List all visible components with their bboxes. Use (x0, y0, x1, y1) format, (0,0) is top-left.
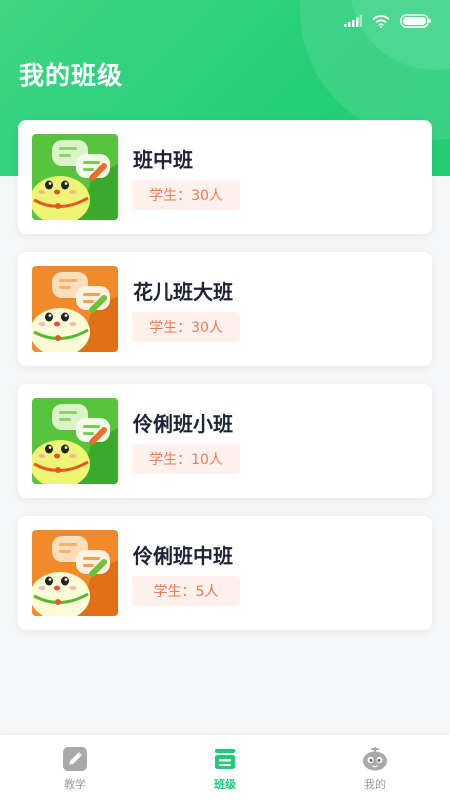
class-icon (215, 749, 235, 769)
student-count-badge: 学生：5人 (132, 576, 240, 606)
class-name: 班中班 (133, 148, 193, 172)
class-name: 花儿班大班 (133, 280, 233, 304)
student-count-badge: 学生：10人 (132, 444, 240, 474)
class-card[interactable]: 班中班 学生：30人 (18, 120, 432, 234)
bottom-tab-bar: 教学 班级 我的 (0, 735, 450, 800)
tab-label: 班级 (214, 778, 236, 791)
class-thumbnail (32, 134, 118, 220)
class-thumbnail (32, 530, 118, 616)
class-thumbnail (32, 398, 118, 484)
tab-teaching[interactable]: 教学 (0, 735, 150, 800)
class-card[interactable]: 伶俐班小班 学生：10人 (18, 384, 432, 498)
class-thumbnail (32, 266, 118, 352)
student-count-badge: 学生：30人 (132, 312, 240, 342)
status-bar (344, 12, 432, 30)
tab-class[interactable]: 班级 (150, 735, 300, 800)
student-count-badge: 学生：30人 (132, 180, 240, 210)
class-card[interactable]: 伶俐班中班 学生：5人 (18, 516, 432, 630)
signal-icon (344, 15, 362, 27)
page-title: 我的班级 (19, 61, 124, 90)
class-name: 伶俐班中班 (133, 544, 233, 568)
wifi-icon (372, 14, 390, 28)
tab-label: 教学 (64, 778, 86, 791)
battery-icon (400, 14, 431, 28)
class-card[interactable]: 花儿班大班 学生：30人 (18, 252, 432, 366)
class-name: 伶俐班小班 (133, 412, 233, 436)
pencil-icon (63, 747, 87, 771)
tab-mine[interactable]: 我的 (300, 735, 450, 800)
class-list: 班中班 学生：30人 花儿班大班 学生：30人 伶俐班小班 学生：10人 伶俐班… (18, 120, 432, 648)
profile-icon (363, 747, 387, 771)
tab-label: 我的 (364, 778, 386, 791)
